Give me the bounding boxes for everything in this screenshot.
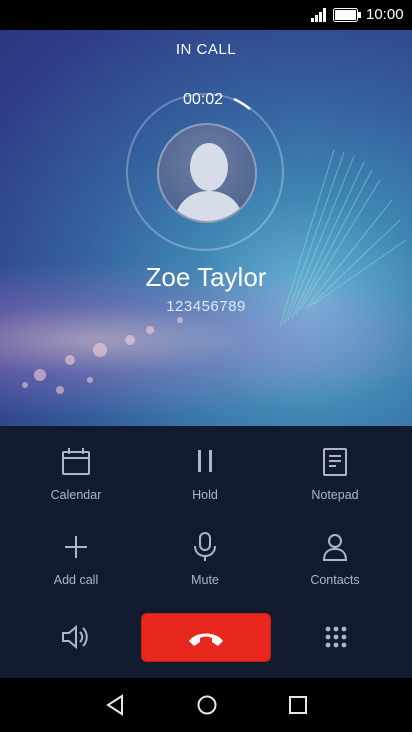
- person-icon: [322, 534, 348, 561]
- contact-name: Zoe Taylor: [145, 262, 267, 292]
- microphone-icon: [194, 532, 216, 561]
- keypad-icon[interactable]: [324, 625, 348, 649]
- calendar-label: Calendar: [50, 488, 102, 502]
- battery-icon: [333, 8, 361, 22]
- add-call-label: Add call: [53, 573, 99, 587]
- speaker-icon[interactable]: [61, 623, 91, 651]
- call-timer: 00:02: [183, 91, 224, 108]
- status-time: 10:00: [366, 6, 404, 23]
- person-silhouette-icon: [173, 143, 245, 221]
- calendar-icon: [62, 448, 90, 475]
- contact-avatar: [157, 123, 257, 223]
- notepad-icon: [323, 448, 347, 476]
- hold-button[interactable]: Hold: [150, 446, 260, 502]
- notepad-button[interactable]: Notepad: [280, 446, 390, 502]
- home-icon[interactable]: [195, 693, 219, 717]
- calendar-button[interactable]: Calendar: [21, 446, 131, 502]
- status-bar: 10:00: [0, 0, 412, 30]
- pause-icon: [198, 450, 212, 472]
- signal-icon: [311, 8, 326, 22]
- contact-number: 123456789: [166, 298, 246, 315]
- call-state-label: IN CALL: [175, 41, 237, 58]
- notepad-label: Notepad: [311, 488, 359, 502]
- mute-label: Mute: [191, 573, 219, 587]
- back-icon[interactable]: [104, 693, 126, 717]
- contacts-label: Contacts: [310, 573, 360, 587]
- plus-icon: [65, 536, 87, 558]
- recents-icon[interactable]: [287, 693, 309, 717]
- end-call-button[interactable]: [141, 613, 271, 662]
- add-call-button[interactable]: Add call: [21, 531, 131, 587]
- contacts-button[interactable]: Contacts: [280, 531, 390, 587]
- hold-label: Hold: [192, 488, 218, 502]
- navigation-bar: [0, 678, 412, 732]
- hang-up-icon: [189, 633, 223, 646]
- mute-button[interactable]: Mute: [150, 531, 260, 587]
